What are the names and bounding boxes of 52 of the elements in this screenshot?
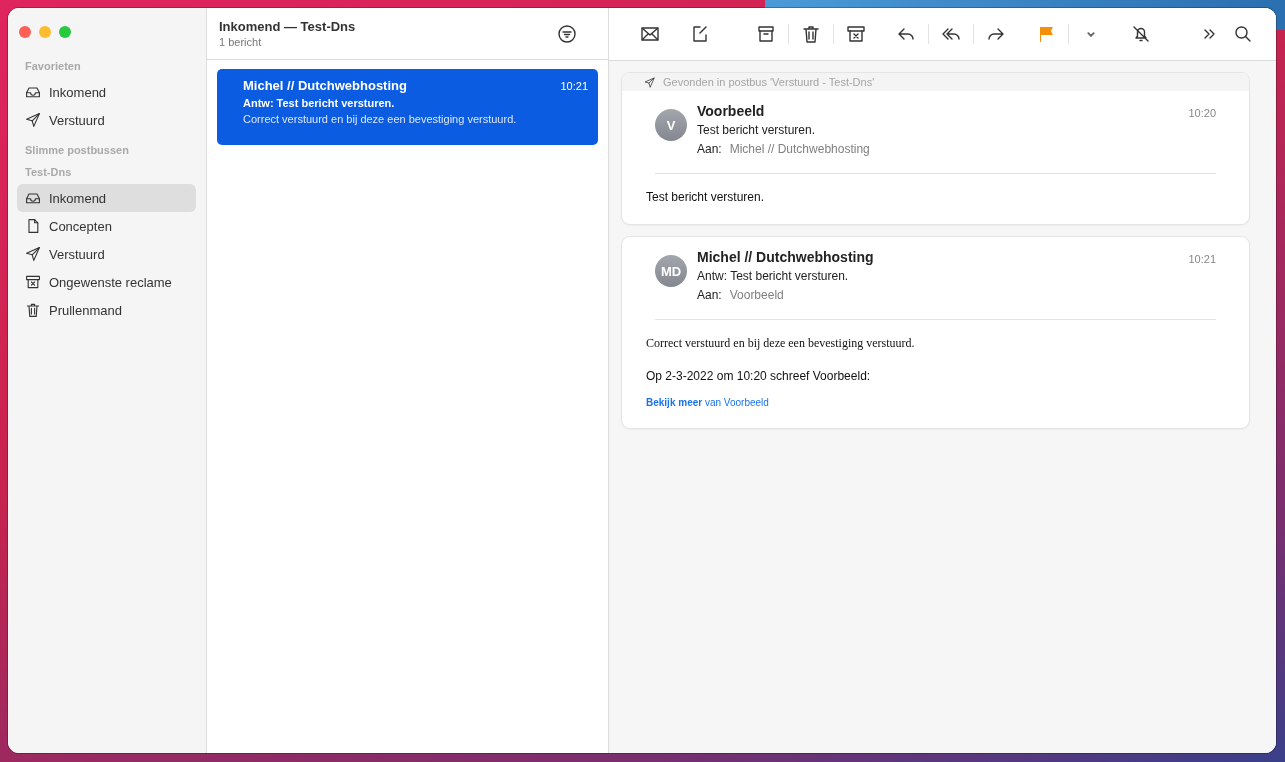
paper-plane-icon [644,76,655,88]
compose-icon [690,24,710,44]
avatar: MD [655,255,687,287]
sidebar-section-header: Favorieten [25,60,82,72]
envelope-icon [640,24,660,44]
close-button[interactable] [19,26,31,38]
sidebar-item[interactable]: Verstuurd [17,106,196,134]
filter-icon [557,23,577,44]
chevron-down-icon [1087,31,1095,37]
junk-box-icon [846,24,866,44]
message-time: 10:20 [1188,107,1216,121]
paper-plane-icon [25,246,41,262]
message-subject: Test bericht versturen. [697,123,817,137]
inbox-tray-icon [25,190,41,206]
archive-box-icon [756,24,776,44]
message-preview: Correct verstuurd en bij deze een bevestiging verstuurd. [243,113,518,125]
junk-box-icon [25,274,41,290]
sidebar-item[interactable]: Ongewenste reclame [17,268,196,296]
sidebar-item[interactable]: Prullenmand [17,296,196,324]
message-list-item[interactable]: Michel // Dutchwebhosting 10:21 Antw: Test bericht versturen. Correct verstuurd en bij deze een bevestiging verstuurd. [217,69,598,145]
inbox-tray-icon [25,84,41,100]
message-body-text: Op 2-3-2022 om 10:20 schreef Voorbeeld: [646,369,872,383]
recipient-label: Aan: [697,142,722,156]
sender-name: Michel // Dutchwebhosting [697,249,875,265]
message-subject: Antw: Test bericht versturen. [697,269,850,283]
view-more-link[interactable]: Bekijk meer van Voorbeeld [646,397,1225,408]
paper-plane-icon [25,112,41,128]
sidebar-item[interactable]: Inkomend [17,184,196,212]
message-subject: Antw: Test bericht versturen. [243,97,396,109]
message-count: 1 bericht [219,36,263,48]
message-time: 10:21 [560,80,588,92]
message-sender: Michel // Dutchwebhosting [243,78,407,93]
sidebar-item[interactable]: Inkomend [17,78,196,106]
message-body-text: Test bericht versturen. [646,190,766,204]
recipient-label: Aan: [697,288,722,302]
sidebar-section-header: Slimme postbussen [25,144,130,156]
message-time: 10:21 [1188,253,1216,267]
sidebar-item[interactable]: Verstuurd [17,240,196,268]
trash-icon [801,24,821,44]
sender-name: Voorbeeld [697,103,766,119]
muted-bell-icon [1131,24,1151,44]
search-icon [1233,24,1253,44]
found-in-mailbox-label: Gevonden in postbus 'Verstuurd - Test-Dns' [663,76,875,88]
trash-icon [25,302,41,318]
recipient-name: Voorbeeld [729,288,784,302]
sidebar-item[interactable]: Concepten [17,212,196,240]
message-body-text: Correct verstuurd en bij deze een bevestiging verstuurd. [646,336,916,351]
sidebar-section-header: Test-Dns [25,166,73,178]
avatar: V [655,109,687,141]
mailbox-title: Inkomend — Test-Dns [219,19,356,34]
recipient-name: Michel // Dutchwebhosting [729,142,870,156]
document-icon [25,218,41,234]
